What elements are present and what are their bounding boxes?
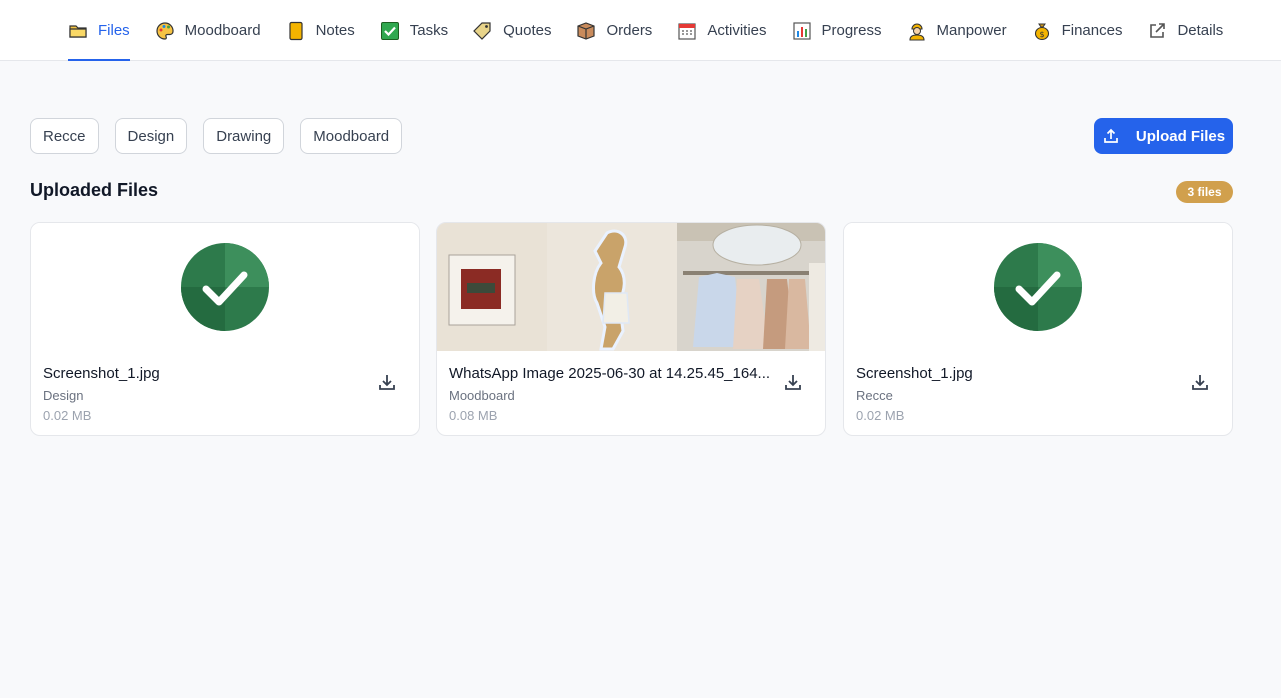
package-icon: [576, 21, 596, 41]
external-link-icon: [1147, 21, 1167, 41]
tab-label: Files: [98, 22, 130, 39]
file-card[interactable]: Screenshot_1.jpg Design 0.02 MB: [30, 222, 420, 436]
checkbox-icon: [380, 21, 400, 41]
upload-files-button[interactable]: Upload Files: [1094, 118, 1233, 154]
file-size: 0.08 MB: [449, 408, 498, 423]
file-name: Screenshot_1.jpg: [43, 365, 160, 382]
folder-icon: [68, 21, 88, 41]
category-filters: Recce Design Drawing Moodboard: [30, 118, 418, 154]
tab-notes[interactable]: Notes: [286, 0, 355, 61]
filter-moodboard[interactable]: Moodboard: [300, 118, 403, 154]
tab-tasks[interactable]: Tasks: [380, 0, 448, 61]
tab-activities[interactable]: Activities: [677, 0, 767, 61]
file-name: WhatsApp Image 2025-06-30 at 14.25.45_16…: [449, 365, 771, 382]
download-icon[interactable]: [1189, 371, 1211, 393]
tab-quotes[interactable]: Quotes: [473, 0, 551, 61]
tab-label: Orders: [606, 22, 653, 39]
palette-icon: [155, 21, 175, 41]
file-thumbnail: [437, 223, 825, 351]
filter-drawing[interactable]: Drawing: [203, 118, 285, 154]
file-category: Moodboard: [449, 388, 515, 403]
top-nav: Files Moodboard Notes Tasks Quotes Order…: [0, 0, 1281, 61]
section-title: Uploaded Files: [30, 180, 159, 200]
tab-moodboard[interactable]: Moodboard: [155, 0, 261, 61]
tab-label: Manpower: [936, 22, 1007, 39]
tab-label: Details: [1177, 22, 1224, 39]
svg-text:$: $: [1039, 30, 1044, 39]
file-card[interactable]: WhatsApp Image 2025-06-30 at 14.25.45_16…: [436, 222, 826, 436]
file-category: Recce: [856, 388, 893, 403]
check-icon: [994, 243, 1082, 331]
calendar-icon: [677, 21, 697, 41]
notepad-icon: [286, 21, 306, 41]
tab-label: Moodboard: [184, 22, 261, 39]
worker-icon: [907, 21, 927, 41]
file-size: 0.02 MB: [43, 408, 92, 423]
file-count-badge: 3 files: [1176, 181, 1233, 203]
tab-label: Finances: [1061, 22, 1123, 39]
moodboard-photo: [437, 223, 825, 351]
tab-label: Tasks: [409, 22, 449, 39]
file-thumbnail: [844, 223, 1232, 351]
upload-icon: [1102, 127, 1120, 145]
upload-label: Upload Files: [1135, 127, 1226, 145]
file-category: Design: [43, 388, 84, 403]
tab-progress[interactable]: Progress: [792, 0, 882, 61]
tab-files[interactable]: Files: [68, 0, 130, 61]
tab-label: Quotes: [503, 22, 552, 39]
tag-icon: [473, 21, 493, 41]
check-icon: [181, 243, 269, 331]
tab-finances[interactable]: $ Finances: [1032, 0, 1123, 61]
tab-label: Activities: [707, 22, 767, 39]
tab-label: Notes: [315, 22, 355, 39]
tab-details[interactable]: Details: [1147, 0, 1223, 61]
bar-chart-icon: [792, 21, 812, 41]
tab-orders[interactable]: Orders: [576, 0, 652, 61]
download-icon[interactable]: [376, 371, 398, 393]
download-icon[interactable]: [782, 371, 804, 393]
file-thumbnail: [31, 223, 419, 351]
money-bag-icon: $: [1032, 21, 1052, 41]
tab-bar: Files Moodboard Notes Tasks Quotes Order…: [68, 0, 1248, 61]
filter-design[interactable]: Design: [114, 118, 188, 154]
tab-label: Progress: [821, 22, 882, 39]
tab-manpower[interactable]: Manpower: [907, 0, 1007, 61]
filter-recce[interactable]: Recce: [30, 118, 99, 154]
file-card[interactable]: Screenshot_1.jpg Recce 0.02 MB: [843, 222, 1233, 436]
file-name: Screenshot_1.jpg: [856, 365, 973, 382]
file-size: 0.02 MB: [856, 408, 905, 423]
